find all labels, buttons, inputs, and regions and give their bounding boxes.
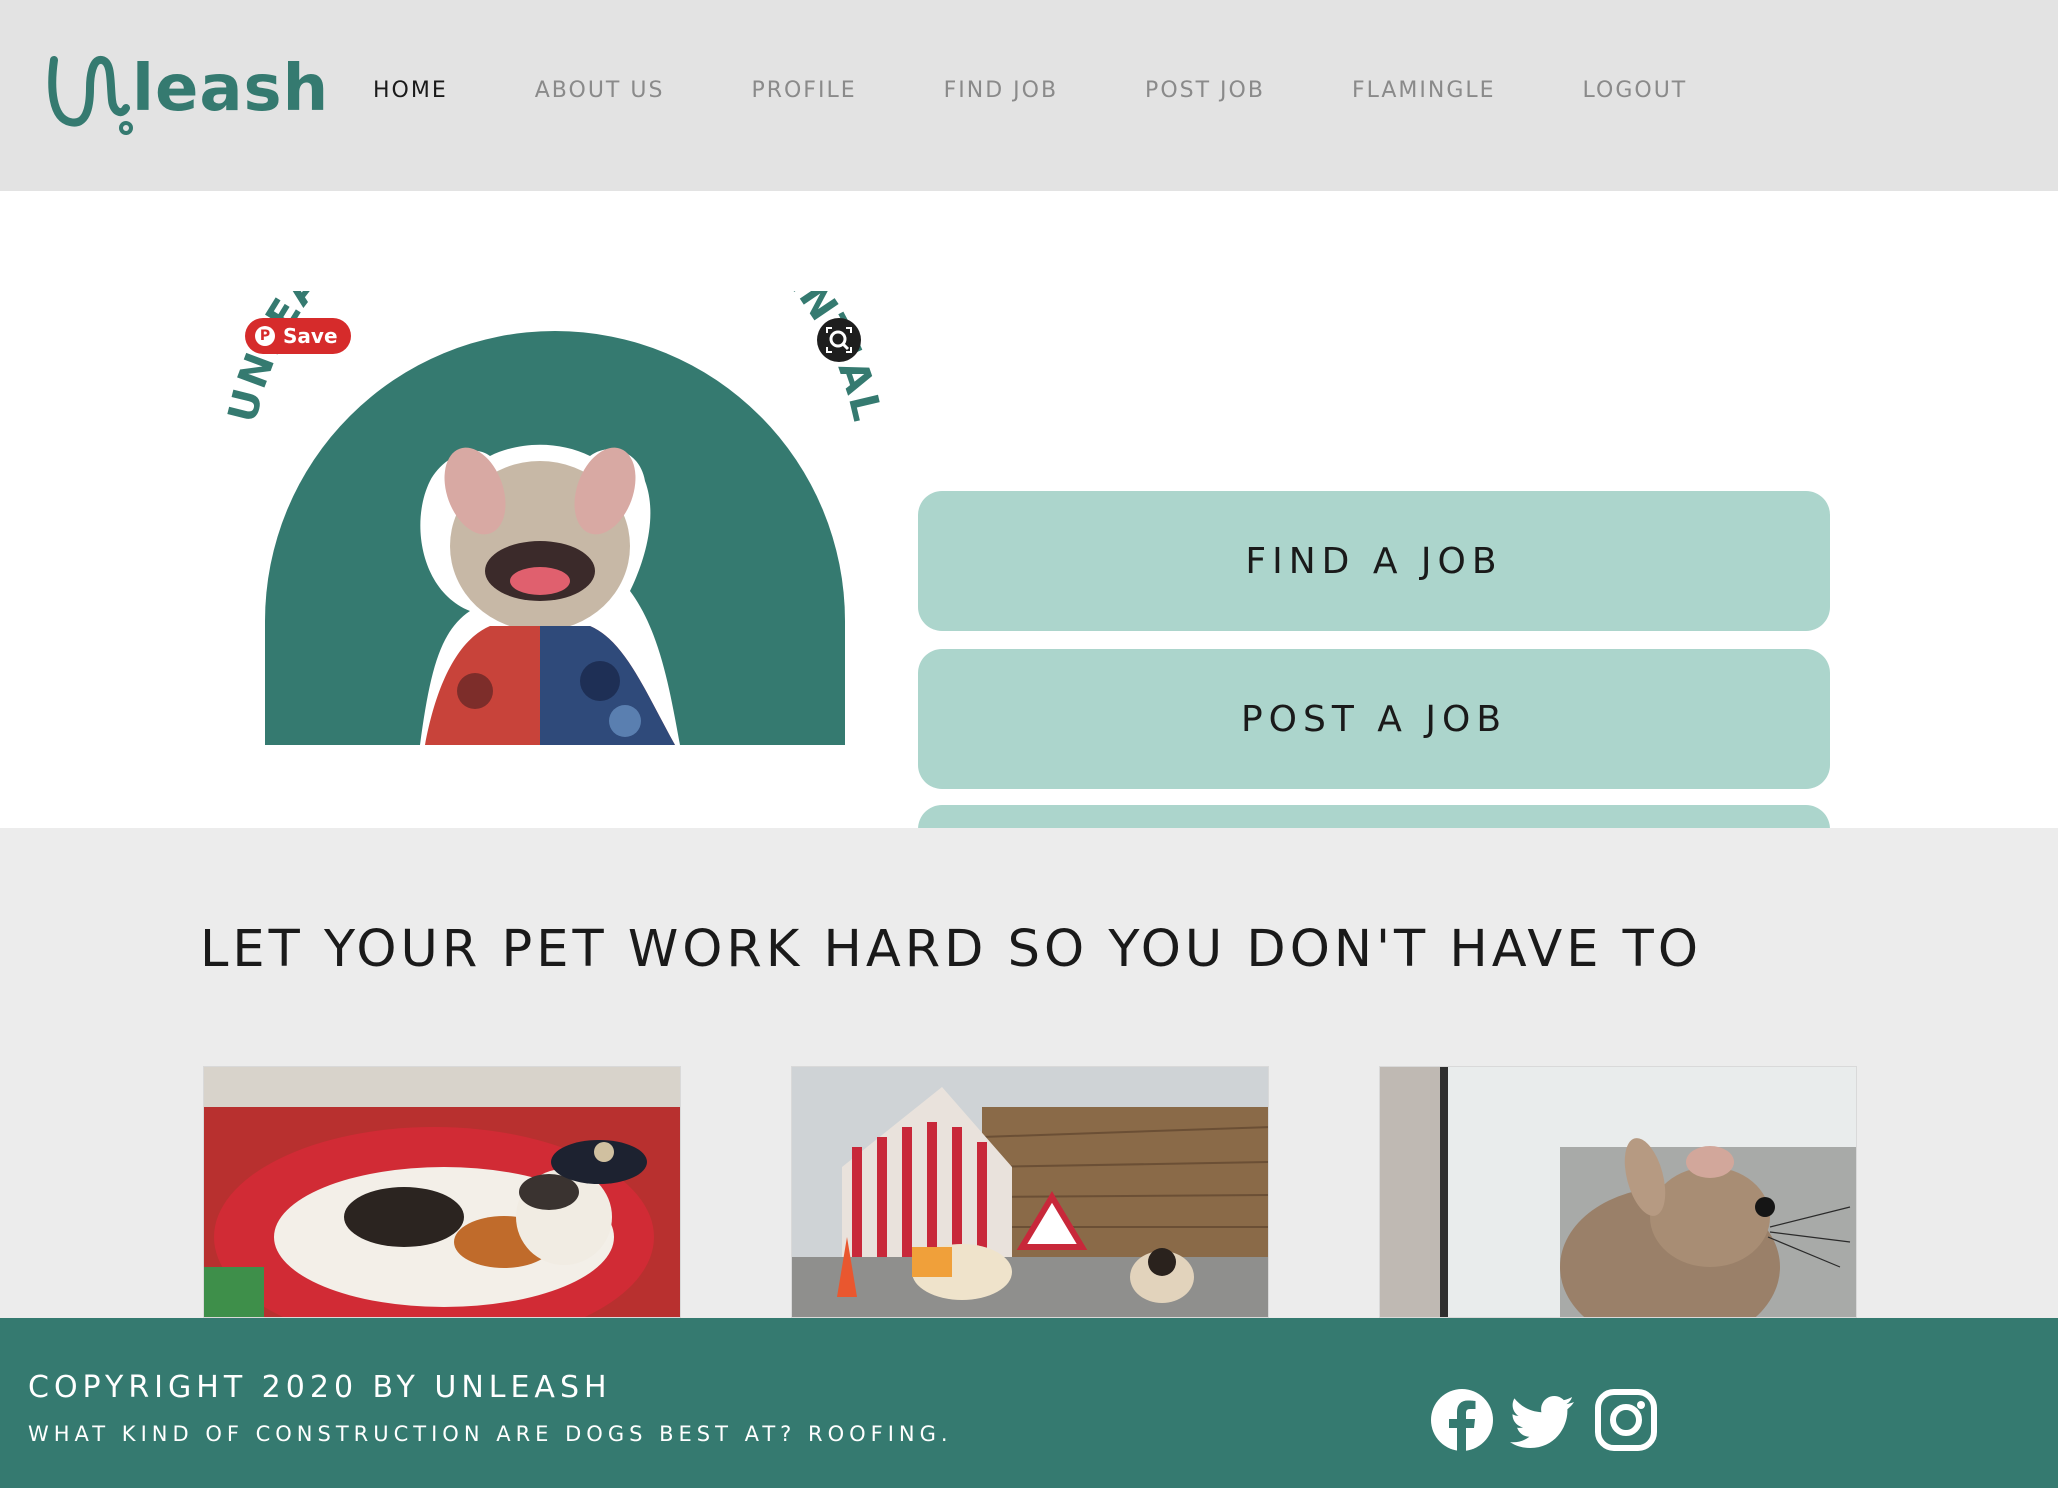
twitter-icon[interactable] <box>1510 1386 1578 1454</box>
find-a-job-button[interactable]: FIND A JOB <box>918 491 1830 631</box>
visual-search-icon <box>826 327 852 353</box>
instagram-icon[interactable] <box>1592 1386 1660 1454</box>
nav-flamingle[interactable]: FLAMINGLE <box>1352 78 1496 103</box>
leash-logo-icon <box>48 56 133 135</box>
promo-section: LET YOUR PET WORK HARD SO YOU DON'T HAVE… <box>0 828 2058 1318</box>
nav-find-job[interactable]: FIND JOB <box>944 78 1058 103</box>
footer-joke: WHAT KIND OF CONSTRUCTION ARE DOGS BEST … <box>28 1422 953 1446</box>
pinterest-save-label: Save <box>283 324 338 348</box>
photo-cat-stationmaster <box>203 1066 681 1318</box>
nav-about-us[interactable]: ABOUT US <box>535 78 665 103</box>
site-footer: COPYRIGHT 2020 BY UNLEASH WHAT KIND OF C… <box>0 1318 2058 1488</box>
post-a-job-button[interactable]: POST A JOB <box>918 649 1830 789</box>
nav-logout[interactable]: LOGOUT <box>1583 78 1688 103</box>
hero-section: UNLEASH YOUR PETS PAW-TENTIAL FIND A JOB… <box>0 191 2058 945</box>
photo-mouse-window <box>1379 1066 1857 1318</box>
nav-profile[interactable]: PROFILE <box>751 78 856 103</box>
photo-ferrets-roadwork <box>791 1066 1269 1318</box>
hero-dog-graphic: UNLEASH YOUR PETS PAW-TENTIAL <box>220 291 890 761</box>
main-nav: HOME ABOUT US PROFILE FIND JOB POST JOB … <box>373 78 1774 103</box>
facebook-icon[interactable] <box>1428 1386 1496 1454</box>
section-heading: LET YOUR PET WORK HARD SO YOU DON'T HAVE… <box>200 920 1702 979</box>
pinterest-icon: P <box>255 326 275 346</box>
social-links <box>1428 1386 1674 1454</box>
logo-wordmark: leash <box>132 52 330 126</box>
visual-search-button[interactable] <box>817 318 861 362</box>
pinterest-save-button[interactable]: P Save <box>245 318 351 354</box>
copyright-text: COPYRIGHT 2020 BY UNLEASH <box>28 1370 612 1405</box>
nav-post-job[interactable]: POST JOB <box>1145 78 1265 103</box>
nav-home[interactable]: HOME <box>373 78 448 103</box>
unleash-logo[interactable]: leash <box>46 48 328 138</box>
site-header: leash HOME ABOUT US PROFILE FIND JOB POS… <box>0 0 2058 191</box>
